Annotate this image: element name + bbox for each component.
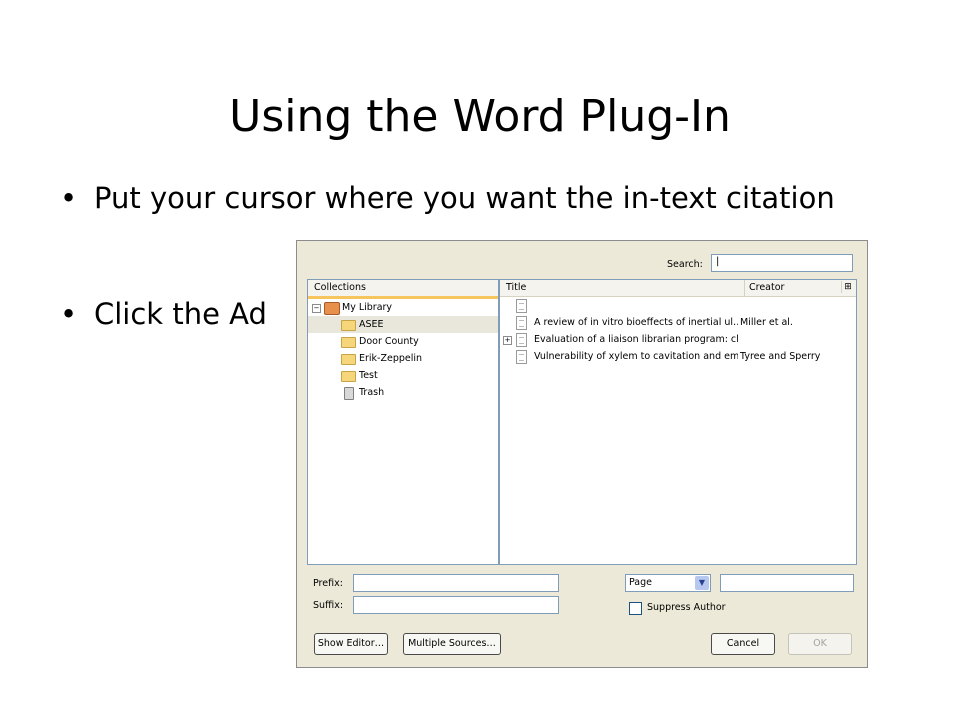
search-label: Search:: [667, 259, 703, 270]
item-row[interactable]: Vulnerability of xylem to cavitation and…: [500, 348, 856, 365]
bullet-dot: •: [60, 297, 78, 331]
locator-selected-value: Page: [629, 577, 652, 588]
column-title[interactable]: Title: [506, 280, 526, 296]
folder-icon: [341, 371, 356, 382]
prefix-input[interactable]: [353, 574, 559, 592]
suffix-label: Suffix:: [313, 600, 344, 611]
slide-title: Using the Word Plug-In: [229, 91, 731, 143]
collections-header[interactable]: Collections: [308, 280, 498, 299]
collection-asee[interactable]: ASEE: [308, 316, 498, 333]
suppress-author-label[interactable]: Suppress Author: [647, 602, 726, 613]
locator-select[interactable]: Page ▼: [625, 574, 711, 592]
collection-my-library[interactable]: − My Library: [308, 299, 498, 316]
bullet-item: • Click the Ad: [60, 296, 267, 332]
suppress-author-checkbox[interactable]: [629, 602, 642, 615]
item-row[interactable]: [500, 297, 856, 314]
text-cursor: |: [716, 256, 720, 267]
folder-icon: [341, 354, 356, 365]
collapse-icon[interactable]: −: [312, 304, 321, 313]
item-title: Evaluation of a liaison librarian progra…: [534, 334, 738, 345]
collection-door-county[interactable]: Door County: [308, 333, 498, 350]
document-icon: [516, 333, 527, 347]
items-header: Title Creator ⊞: [500, 280, 856, 297]
collection-label: ASEE: [359, 319, 384, 330]
collection-test[interactable]: Test: [308, 367, 498, 384]
chevron-down-icon[interactable]: ▼: [695, 576, 709, 590]
add-citation-dialog: Search: | Collections − My Library ASEE …: [296, 240, 868, 668]
bullet-list: • Put your cursor where you want the in-…: [60, 180, 880, 331]
item-title: Vulnerability of xylem to cavitation and…: [534, 351, 738, 362]
bullet-dot: •: [60, 181, 78, 215]
folder-icon: [341, 320, 356, 331]
collection-erik-zeppelin[interactable]: Erik-Zeppelin: [308, 350, 498, 367]
bullet-text: Click the Ad: [94, 297, 267, 331]
bullet-text: Put your cursor where you want the in-te…: [94, 181, 835, 215]
collection-label: Erik-Zeppelin: [359, 353, 423, 364]
document-icon: [516, 299, 527, 313]
column-picker-icon[interactable]: ⊞: [841, 281, 854, 293]
item-row[interactable]: + Evaluation of a liaison librarian prog…: [500, 331, 856, 348]
cancel-button[interactable]: Cancel: [711, 633, 775, 655]
collections-pane: Collections − My Library ASEE Door Count…: [307, 279, 499, 565]
bullet-item: • Put your cursor where you want the in-…: [60, 180, 880, 216]
collection-label: Door County: [359, 336, 419, 347]
item-title: A review of in vitro bioeffects of inert…: [534, 317, 738, 328]
expand-icon[interactable]: +: [503, 336, 512, 345]
folder-icon: [341, 337, 356, 348]
item-creator: Miller et al.: [740, 317, 793, 328]
collections-header-label: Collections: [314, 282, 366, 293]
library-icon: [324, 302, 340, 315]
collection-label: Test: [359, 370, 378, 381]
item-creator: Tyree and Sperry: [740, 351, 821, 362]
locator-input[interactable]: [720, 574, 854, 592]
collection-label: My Library: [342, 302, 393, 313]
collection-trash[interactable]: Trash: [308, 384, 498, 401]
suffix-input[interactable]: [353, 596, 559, 614]
item-row[interactable]: A review of in vitro bioeffects of inert…: [500, 314, 856, 331]
collection-label: Trash: [359, 387, 385, 398]
document-icon: [516, 350, 527, 364]
prefix-label: Prefix:: [313, 578, 343, 589]
items-pane: Title Creator ⊞ A review of in vitro bio…: [499, 279, 857, 565]
document-icon: [516, 316, 527, 330]
trash-icon: [344, 387, 354, 400]
search-input[interactable]: |: [711, 254, 853, 272]
multiple-sources-button[interactable]: Multiple Sources…: [403, 633, 501, 655]
show-editor-button[interactable]: Show Editor…: [314, 633, 388, 655]
column-creator[interactable]: Creator: [744, 280, 839, 296]
ok-button[interactable]: OK: [788, 633, 852, 655]
